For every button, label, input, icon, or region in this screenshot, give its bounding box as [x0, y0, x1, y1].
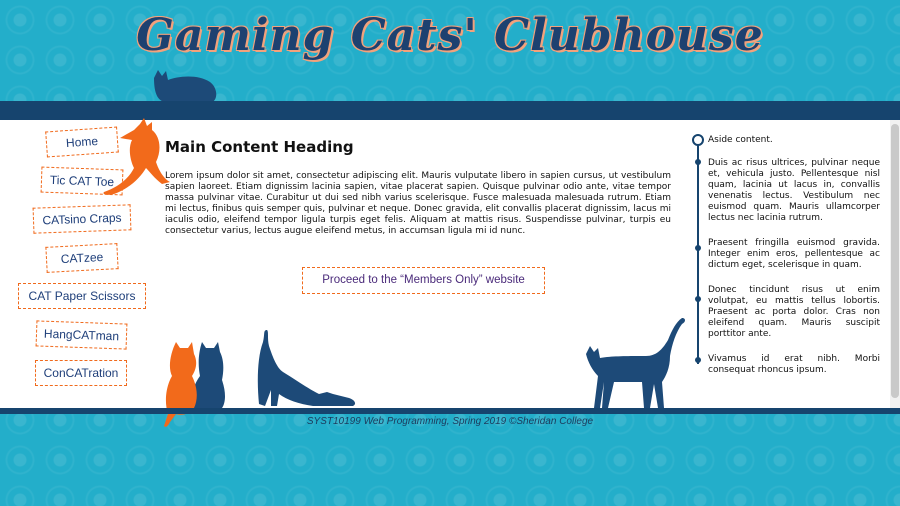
aside-paragraph: Donec tincidunt risus ut enim volutpat, … [708, 285, 880, 339]
aside-paragraph: Vivamus id erat nibh. Morbi consequat rh… [708, 354, 880, 375]
aside-dot-icon [695, 245, 701, 251]
main-body-text: Lorem ipsum dolor sit amet, consectetur … [165, 171, 671, 236]
main-heading: Main Content Heading [165, 138, 354, 156]
nav-cat-paper-scissors-button[interactable]: CAT Paper Scissors [18, 283, 146, 309]
walking-cat-icon [586, 318, 685, 408]
site-title: Gaming Cats' Clubhouse [136, 10, 764, 61]
members-only-button[interactable]: Proceed to the “Members Only” website [302, 267, 545, 294]
aside-paragraph: Praesent fringilla euismod gravida. Inte… [708, 238, 880, 270]
sleeping-cat-icon [154, 70, 217, 102]
aside-scrollbar-thumb[interactable] [891, 124, 899, 398]
nav-hangcatman-button[interactable]: HangCATman [35, 320, 128, 350]
aside-content: Aside content. Duis ac risus ultrices, p… [708, 135, 880, 390]
nav-concatration-button[interactable]: ConCATration [35, 360, 127, 386]
orange-cat-icon [103, 118, 170, 195]
footer-bar [0, 408, 900, 414]
footer-text: SYST10199 Web Programming, Spring 2019 ©… [306, 416, 594, 427]
stretching-cat-icon [257, 330, 356, 406]
aside-dot-icon [695, 357, 701, 363]
aside-dot-icon [695, 159, 701, 165]
aside-timeline [697, 140, 699, 364]
aside-ring-icon [692, 134, 704, 146]
nav-catzee-button[interactable]: CATzee [45, 243, 119, 273]
nav-catsino-craps-button[interactable]: CATsino Craps [32, 204, 132, 234]
aside-paragraph: Duis ac risus ultrices, pulvinar neque e… [708, 158, 880, 223]
aside-dot-icon [695, 296, 701, 302]
aside-paragraph: Aside content. [708, 135, 773, 145]
